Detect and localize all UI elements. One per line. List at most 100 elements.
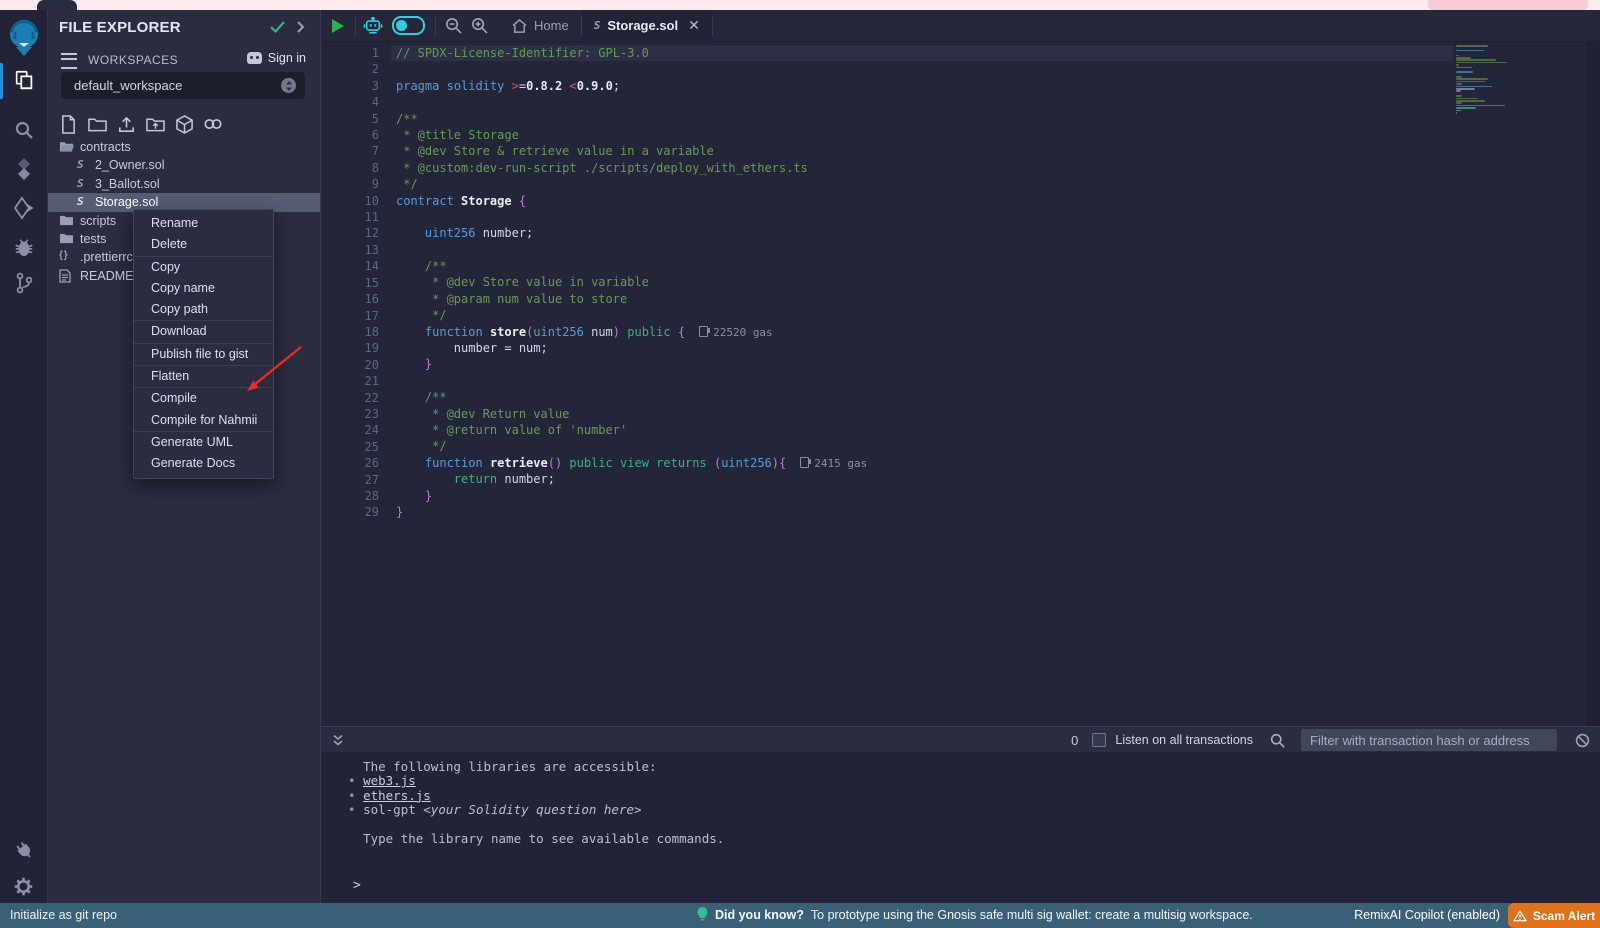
listen-all-transactions-checkbox[interactable] bbox=[1092, 733, 1106, 747]
panel-chevron-right-icon[interactable] bbox=[296, 21, 305, 33]
code-line bbox=[396, 94, 867, 110]
code-line: * @dev Return value bbox=[396, 406, 867, 422]
load-ipfs-cube-icon[interactable] bbox=[173, 113, 195, 135]
menu-item-copy[interactable]: Copy bbox=[134, 257, 273, 278]
editor-scrollbar-gutter[interactable] bbox=[1586, 41, 1600, 726]
load-url-link-icon[interactable] bbox=[202, 113, 224, 135]
minimap[interactable] bbox=[1456, 45, 1542, 114]
tree-item-3-ballot[interactable]: S 3_Ballot.sol bbox=[48, 175, 320, 193]
terminal-line bbox=[348, 818, 724, 832]
menu-item-compile-nahmii[interactable]: Compile for Nahmii bbox=[134, 410, 273, 432]
copilot-status[interactable]: RemixAI Copilot (enabled) bbox=[1354, 908, 1500, 922]
solidity-file-icon: S bbox=[77, 177, 84, 190]
code-line: return number; bbox=[396, 471, 867, 487]
code-content: // SPDX-License-Identifier: GPL-3.0pragm… bbox=[396, 45, 867, 520]
terminal-output[interactable]: The following libraries are accessible:•… bbox=[321, 752, 1600, 903]
minimap-line bbox=[1456, 88, 1475, 90]
settings-gear-icon[interactable] bbox=[0, 872, 47, 900]
line-number: 28 bbox=[331, 488, 379, 504]
menu-item-generate-docs[interactable]: Generate Docs bbox=[134, 453, 273, 474]
git-icon[interactable] bbox=[0, 269, 47, 297]
new-file-icon[interactable] bbox=[57, 113, 79, 135]
menu-item-delete[interactable]: Delete bbox=[134, 234, 273, 256]
terminal-link[interactable]: web3.js bbox=[363, 773, 416, 788]
toolbar-divider bbox=[355, 16, 356, 36]
menu-item-generate-uml[interactable]: Generate UML bbox=[134, 432, 273, 453]
editor-area: Home S Storage.sol ✕ 1234567891011121314… bbox=[320, 10, 1600, 903]
menu-item-rename[interactable]: Rename bbox=[134, 213, 273, 234]
menu-item-download[interactable]: Download bbox=[134, 321, 273, 343]
terminal-link[interactable]: ethers.js bbox=[363, 788, 431, 803]
line-number: 8 bbox=[331, 160, 379, 176]
browser-edge-tab bbox=[37, 0, 77, 10]
solidity-compiler-icon[interactable] bbox=[0, 155, 47, 183]
transaction-filter-input[interactable] bbox=[1301, 729, 1557, 751]
line-number: 23 bbox=[331, 406, 379, 422]
menu-item-flatten[interactable]: Flatten bbox=[134, 366, 273, 388]
scam-alert-button[interactable]: Scam Alert bbox=[1508, 903, 1600, 928]
remix-logo-icon[interactable] bbox=[0, 19, 47, 57]
run-script-button[interactable] bbox=[325, 10, 351, 41]
tab-close-icon[interactable]: ✕ bbox=[688, 17, 700, 34]
code-editor[interactable]: 1234567891011121314151617181920212223242… bbox=[321, 41, 1600, 726]
line-number: 17 bbox=[331, 308, 379, 324]
tree-item-contracts[interactable]: contracts bbox=[48, 138, 320, 156]
expand-terminal-icon[interactable] bbox=[332, 734, 344, 747]
menu-item-compile[interactable]: Compile bbox=[134, 388, 273, 409]
sign-in-button[interactable]: Sign in bbox=[247, 51, 306, 65]
tree-item-2-owner[interactable]: S 2_Owner.sol bbox=[48, 156, 320, 174]
workspace-select[interactable]: default_workspace bbox=[61, 72, 305, 99]
upload-folder-icon[interactable] bbox=[144, 113, 166, 135]
line-number: 1 bbox=[331, 45, 379, 61]
new-folder-icon[interactable] bbox=[86, 113, 108, 135]
code-line bbox=[396, 373, 867, 389]
init-git-repo-button[interactable]: Initialize as git repo bbox=[10, 908, 117, 922]
code-line: uint256 number; bbox=[396, 225, 867, 241]
zoom-out-icon[interactable] bbox=[440, 10, 466, 41]
code-line: pragma solidity >=0.8.2 <0.9.0; bbox=[396, 78, 867, 94]
code-line bbox=[396, 242, 867, 258]
line-number: 24 bbox=[331, 422, 379, 438]
minimap-line bbox=[1456, 100, 1485, 102]
code-line: */ bbox=[396, 176, 867, 192]
ai-copilot-toggle[interactable] bbox=[392, 16, 425, 35]
minimap-line bbox=[1456, 105, 1505, 107]
terminal-prompt[interactable]: > bbox=[353, 878, 361, 893]
plugin-manager-icon[interactable] bbox=[0, 836, 47, 864]
menu-item-copy-name[interactable]: Copy name bbox=[134, 278, 273, 299]
warning-icon bbox=[1513, 910, 1527, 922]
workspaces-menu-icon[interactable] bbox=[61, 53, 77, 69]
code-line: * @dev Store value in variable bbox=[396, 274, 867, 290]
deploy-run-icon[interactable] bbox=[0, 194, 47, 222]
menu-item-publish-gist[interactable]: Publish file to gist bbox=[134, 344, 273, 366]
line-number: 4 bbox=[331, 94, 379, 110]
terminal-line: • ethers.js bbox=[348, 789, 724, 803]
search-icon[interactable] bbox=[0, 116, 47, 144]
line-number: 15 bbox=[331, 275, 379, 291]
code-line: function retrieve() public view returns … bbox=[396, 455, 867, 471]
line-number: 10 bbox=[331, 193, 379, 209]
zoom-in-icon[interactable] bbox=[466, 10, 492, 41]
solidity-file-icon: S bbox=[77, 158, 84, 171]
folder-open-icon bbox=[59, 140, 74, 153]
terminal-lines: The following libraries are accessible:•… bbox=[348, 760, 724, 846]
line-number: 22 bbox=[331, 390, 379, 406]
tab-storage-sol[interactable]: S Storage.sol ✕ bbox=[582, 10, 712, 41]
gas-estimate: 22520 gas bbox=[685, 326, 773, 339]
debugger-icon[interactable] bbox=[0, 233, 47, 261]
terminal-controls: 0 Listen on all transactions bbox=[1071, 729, 1600, 751]
ai-assistant-robot-icon[interactable] bbox=[360, 10, 386, 41]
minimap-line bbox=[1456, 90, 1461, 92]
terminal-search-icon[interactable] bbox=[1270, 733, 1285, 748]
sign-in-label: Sign in bbox=[268, 51, 306, 65]
code-line: } bbox=[396, 504, 867, 520]
menu-item-copy-path[interactable]: Copy path bbox=[134, 299, 273, 321]
clear-console-icon[interactable] bbox=[1575, 733, 1590, 748]
upload-file-icon[interactable] bbox=[115, 113, 137, 135]
gas-estimate: 2415 gas bbox=[786, 457, 867, 470]
transaction-count: 0 bbox=[1071, 733, 1078, 748]
code-line: /** bbox=[396, 389, 867, 405]
file-explorer-icon[interactable] bbox=[0, 66, 47, 94]
tab-home[interactable]: Home bbox=[500, 10, 581, 41]
line-number: 21 bbox=[331, 373, 379, 389]
